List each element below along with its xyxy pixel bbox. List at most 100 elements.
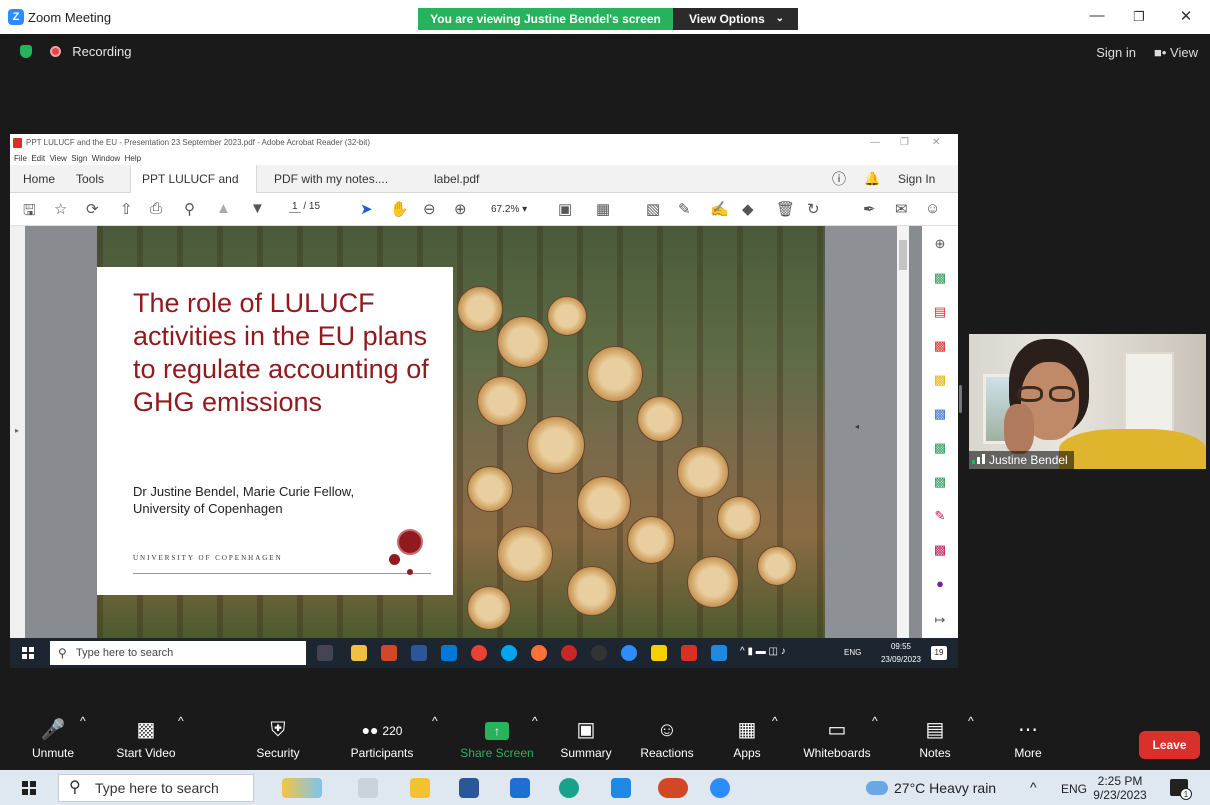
share-screen-button[interactable]: ↑ Share Screen <box>458 714 536 760</box>
inner-windows-taskbar: ⚲ Type here to search ^ ▮ ▬ ◫ ♪ ENG 09:5… <box>10 638 958 668</box>
rain-cloud-icon <box>866 781 888 795</box>
share-screen-icon: ↑ <box>485 721 509 740</box>
slide-author: Dr Justine Bendel, Marie Curie Fellow, U… <box>133 483 433 517</box>
notes-button[interactable]: ▤ Notes <box>912 714 958 760</box>
minimize-icon[interactable]: — <box>1082 7 1112 24</box>
unmute-label: Unmute <box>31 746 75 760</box>
leave-button[interactable]: Leave <box>1139 731 1200 759</box>
slide-author-line1: Dr Justine Bendel, Marie Curie Fellow, <box>133 484 355 499</box>
chevron-up-icon[interactable]: ^ <box>968 714 974 728</box>
share-screen-icon-wrap: ↑ <box>458 714 536 746</box>
acrobat-tools-panel: ⊕ ▩ ▤ ▩ ▩ ▩ ▩ ▩ ✎ ▩ ● ↦ <box>922 226 958 638</box>
zoom-icon: ⊕ <box>934 236 946 251</box>
create-pdf-icon: ▩ <box>933 338 947 353</box>
notifications-icon[interactable]: 1 <box>1170 779 1192 800</box>
app-title: Zoom Meeting <box>28 10 112 25</box>
powerpoint-icon <box>381 645 397 661</box>
language-indicator[interactable]: ENG <box>1061 782 1087 796</box>
pdf-icon <box>13 138 22 148</box>
shared-screen[interactable]: PPT LULUCF and the EU - Presentation 23 … <box>10 134 958 668</box>
zoom-app-icon <box>621 645 637 661</box>
summary-label: Summary <box>560 746 612 760</box>
unmute-button[interactable]: 🎤 Unmute <box>28 714 78 760</box>
page-current: 1 <box>289 201 301 213</box>
bell-icon: 🔔 <box>864 171 881 186</box>
tab-home: Home <box>23 172 56 186</box>
chevron-up-icon[interactable]: ^ <box>772 714 778 728</box>
mail-icon[interactable] <box>510 778 530 798</box>
start-video-button[interactable]: ▩ Start Video <box>108 714 184 760</box>
news-widget-icon[interactable] <box>282 778 322 798</box>
select-cursor-icon: ➤ <box>360 201 373 218</box>
zoom-app-icon[interactable] <box>710 778 730 798</box>
protect-icon: ▩ <box>933 542 947 557</box>
powerpoint-icon[interactable] <box>658 778 688 798</box>
chevron-up-icon[interactable]: ^ <box>178 714 184 728</box>
page-indicator: 1 / 15 <box>289 201 320 213</box>
page-up-icon: ▲ <box>216 200 231 217</box>
viewing-banner: You are viewing Justine Bendel's screen <box>418 8 673 30</box>
taskbar-search-box[interactable]: ⚲ Type here to search <box>58 774 254 802</box>
chevron-down-icon: ⌄ <box>775 13 784 24</box>
inner-search-placeholder: Type here to search <box>76 647 174 659</box>
participant-name: Justine Bendel <box>989 453 1068 467</box>
comment-tool-icon: ▩ <box>933 372 947 387</box>
reactions-button[interactable]: ☺ Reactions <box>636 714 698 760</box>
chevron-up-icon[interactable]: ^ <box>432 714 438 728</box>
task-view-icon[interactable] <box>358 778 378 798</box>
apps-icon: ▦ <box>737 719 757 741</box>
mail-icon: ✉ <box>895 201 908 218</box>
close-icon: ✕ <box>932 137 941 148</box>
recording-indicator[interactable]: Recording <box>20 44 132 59</box>
view-options-button[interactable]: View Options ⌄ <box>673 8 798 30</box>
scrollbar <box>897 226 909 638</box>
restore-icon[interactable]: ❐ <box>1124 9 1154 25</box>
menu-view: View <box>49 154 67 163</box>
fit-page-icon: ▣ <box>558 201 573 218</box>
print-icon: ⎙ <box>150 200 163 217</box>
security-button[interactable]: ⛨ Security <box>252 714 304 760</box>
chevron-up-icon[interactable]: ^ <box>532 714 538 728</box>
slide-title: The role of LULUCF activities in the EU … <box>133 288 429 417</box>
edit-pdf-icon: ▩ <box>933 440 947 455</box>
more-button[interactable]: ⋯ More <box>1008 714 1048 760</box>
participant-video[interactable]: Justine Bendel <box>969 334 1206 469</box>
whiteboards-label: Whiteboards <box>803 746 871 760</box>
tab-doc-label: label.pdf <box>434 172 480 186</box>
edge-icon[interactable] <box>559 778 579 798</box>
taskbar-clock[interactable]: 2:25 PM 9/23/2023 <box>1092 774 1148 802</box>
close-icon[interactable]: ✕ <box>1171 7 1201 25</box>
share-icon: ⟳ <box>86 201 99 218</box>
participants-button[interactable]: ●● 220 Participants <box>346 714 418 760</box>
photos-icon <box>711 645 727 661</box>
search-icon: ⚲ <box>58 646 67 660</box>
security-label: Security <box>256 746 300 760</box>
word-icon[interactable] <box>459 778 479 798</box>
chevron-up-icon[interactable]: ^ <box>80 714 86 728</box>
page-down-icon: ▼ <box>250 200 265 217</box>
chevron-up-icon[interactable]: ^ <box>872 714 878 728</box>
zoom-in-icon: ⊕ <box>454 201 467 218</box>
store-icon[interactable] <box>611 778 631 798</box>
whiteboard-icon: ▭ <box>827 719 847 741</box>
view-button[interactable]: ■• View <box>1154 45 1198 60</box>
video-resize-handle[interactable] <box>959 385 962 413</box>
notes-label: Notes <box>919 746 951 760</box>
file-explorer-icon[interactable] <box>410 778 430 798</box>
chevron-left-icon: ◂ <box>855 422 860 431</box>
sign-in-link[interactable]: Sign in <box>1096 45 1136 60</box>
windows-start-icon[interactable] <box>22 781 36 795</box>
weather-widget[interactable]: 27°C Heavy rain <box>866 780 996 796</box>
apps-button[interactable]: ▦ Apps <box>727 714 767 760</box>
more-dots-icon: ⋯ <box>1018 719 1038 741</box>
menu-edit: Edit <box>31 154 46 163</box>
chevron-up-icon[interactable]: ^ <box>1030 779 1037 795</box>
stamp-icon: ◆ <box>742 201 754 218</box>
taskbar-date: 9/23/2023 <box>1093 788 1147 802</box>
encryption-shield-icon[interactable] <box>20 45 32 58</box>
smiley-icon: ☺ <box>656 719 678 741</box>
draw-icon: ✍ <box>710 201 729 218</box>
participant-name-tag: Justine Bendel <box>969 451 1074 469</box>
summary-button[interactable]: ▣ Summary <box>557 714 615 760</box>
whiteboards-button[interactable]: ▭ Whiteboards <box>796 714 878 760</box>
